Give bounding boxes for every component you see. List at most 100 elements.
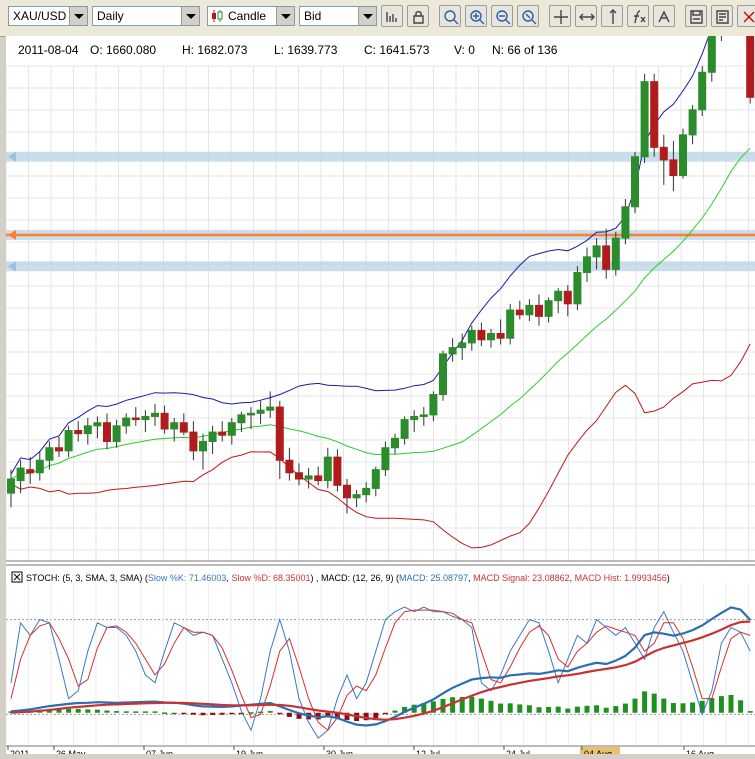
candle[interactable] — [362, 482, 371, 503]
toolbar: XAU/USD Daily Candle Bid — [0, 0, 755, 37]
candle[interactable] — [506, 303, 515, 345]
candle[interactable] — [525, 299, 534, 322]
candle[interactable] — [410, 410, 419, 433]
candle[interactable] — [131, 407, 140, 426]
candle[interactable] — [323, 447, 332, 489]
candle[interactable] — [112, 419, 121, 448]
candle[interactable] — [333, 449, 342, 492]
candle[interactable] — [381, 441, 390, 476]
candle-body — [93, 422, 102, 427]
chevron-down-icon[interactable] — [181, 7, 199, 25]
zoom-minus-button[interactable] — [491, 5, 513, 27]
candle[interactable] — [467, 325, 476, 351]
horizontal-level-band[interactable] — [6, 261, 755, 272]
zoom-plus-button[interactable] — [465, 5, 487, 27]
candle[interactable] — [698, 66, 707, 117]
chevron-down-icon[interactable] — [69, 7, 87, 25]
candle[interactable] — [74, 421, 83, 442]
macd-histogram-bar — [498, 703, 504, 713]
candle[interactable] — [679, 128, 687, 179]
candle[interactable] — [573, 266, 582, 311]
candle[interactable] — [208, 425, 217, 454]
candle[interactable] — [285, 447, 294, 481]
candle[interactable] — [227, 418, 236, 445]
candle-body — [679, 134, 687, 177]
chart-area[interactable]: 2011-08-04 O: 1660.080 H: 1682.073 L: 16… — [5, 0, 755, 759]
chevron-down-icon[interactable] — [276, 7, 294, 25]
macd-histogram-bar — [536, 707, 542, 713]
candle[interactable] — [189, 421, 198, 461]
candle[interactable] — [304, 468, 313, 489]
candle[interactable] — [151, 403, 159, 426]
gif-export-button[interactable] — [711, 5, 733, 27]
candle[interactable] — [717, 0, 726, 41]
candle[interactable] — [429, 391, 438, 422]
lock-button[interactable] — [407, 5, 429, 27]
candle[interactable] — [487, 328, 495, 348]
scroll-button[interactable] — [575, 5, 597, 27]
candle[interactable] — [103, 413, 111, 450]
macd-histogram-bar — [526, 705, 532, 713]
candle[interactable] — [7, 469, 15, 508]
candle[interactable] — [535, 294, 543, 326]
candle[interactable] — [458, 333, 467, 361]
candle[interactable] — [640, 73, 649, 163]
candle[interactable] — [295, 463, 303, 486]
candle[interactable] — [563, 285, 572, 317]
candle[interactable] — [515, 300, 524, 320]
candle[interactable] — [352, 489, 361, 508]
candle[interactable] — [35, 450, 44, 481]
candle[interactable] — [122, 413, 131, 434]
candle[interactable] — [707, 26, 716, 82]
candle[interactable] — [371, 466, 380, 497]
candle-body — [669, 159, 678, 177]
candle[interactable] — [746, 9, 755, 104]
candle[interactable] — [266, 391, 275, 419]
candle[interactable] — [669, 141, 678, 192]
function-button[interactable] — [627, 5, 649, 27]
candle-body — [573, 272, 582, 305]
candle[interactable] — [26, 457, 35, 484]
save-button[interactable] — [685, 5, 707, 27]
candle-body — [83, 425, 92, 435]
candle[interactable] — [439, 350, 447, 401]
candle[interactable] — [621, 198, 630, 245]
symbol-select[interactable]: XAU/USD — [8, 6, 88, 26]
candle[interactable] — [611, 231, 620, 276]
zoom-in-button[interactable] — [439, 5, 461, 27]
candle[interactable] — [64, 425, 73, 458]
candle[interactable] — [688, 105, 697, 145]
candle[interactable] — [160, 405, 169, 434]
zoom-out-button[interactable] — [517, 5, 539, 27]
candle[interactable] — [391, 433, 399, 454]
chart-style-select[interactable]: Candle — [207, 6, 295, 26]
candle[interactable] — [554, 288, 563, 314]
candle[interactable] — [256, 400, 265, 425]
candle[interactable] — [631, 152, 639, 214]
candle-body — [467, 329, 476, 344]
price-side-select[interactable]: Bid — [299, 6, 377, 26]
candle-body — [362, 487, 371, 496]
vertical-line-button[interactable] — [601, 5, 623, 27]
candle[interactable] — [218, 421, 227, 442]
chevron-down-icon[interactable] — [358, 7, 376, 25]
crosshair-button[interactable] — [549, 5, 571, 27]
candle[interactable] — [583, 247, 591, 282]
drawing-button[interactable] — [653, 5, 675, 27]
candle[interactable] — [199, 433, 207, 470]
candle-body — [103, 422, 111, 442]
price-chart[interactable]: 2011-08-04 O: 1660.080 H: 1682.073 L: 16… — [5, 0, 755, 759]
bar-chart-button[interactable] — [381, 5, 403, 27]
candle[interactable] — [496, 319, 505, 345]
scroll-icon — [579, 13, 595, 21]
candle[interactable] — [448, 338, 457, 362]
candle[interactable] — [93, 416, 102, 439]
close-button[interactable] — [737, 5, 755, 27]
timeframe-select[interactable]: Daily — [92, 6, 200, 26]
candle[interactable] — [83, 418, 92, 445]
candle[interactable] — [275, 400, 284, 480]
candle[interactable] — [419, 407, 428, 426]
candle[interactable] — [650, 73, 659, 157]
candle[interactable] — [141, 410, 150, 433]
candle[interactable] — [659, 134, 668, 185]
